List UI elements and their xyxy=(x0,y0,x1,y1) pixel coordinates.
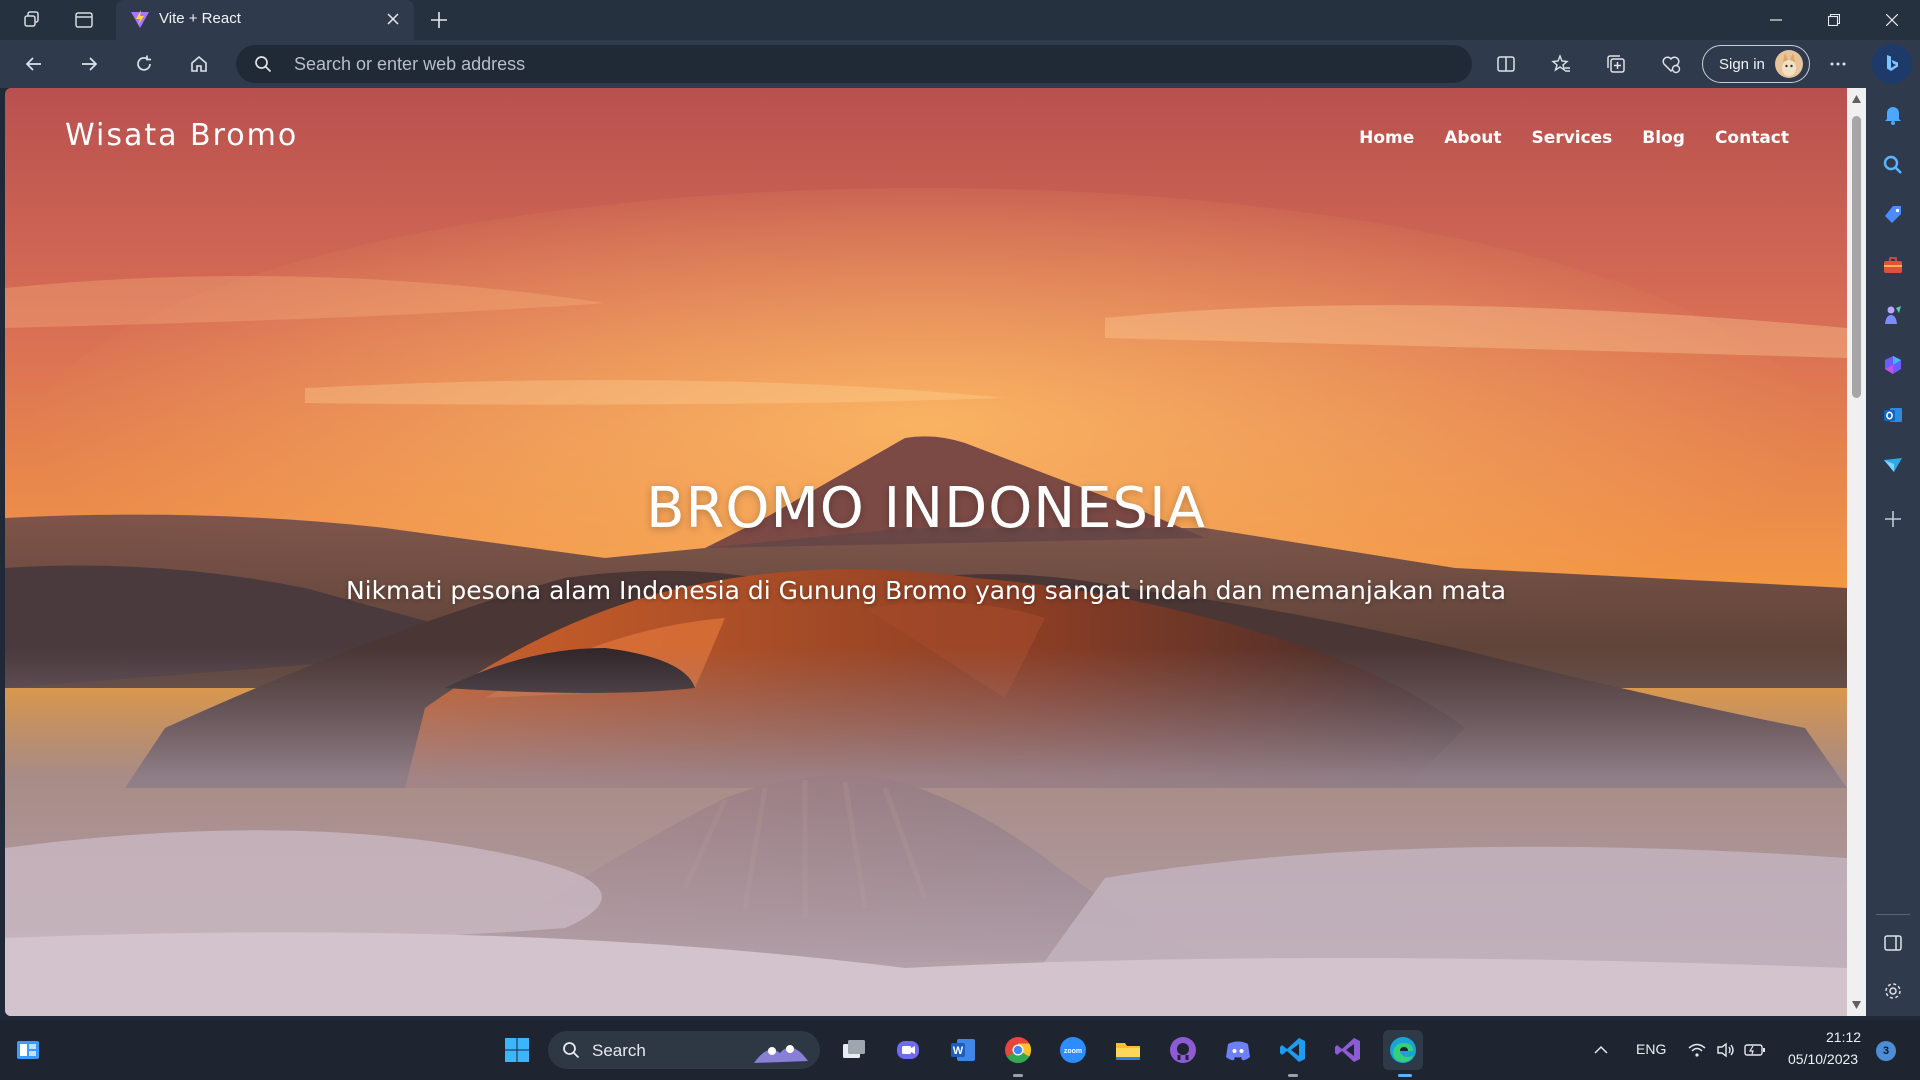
teams-icon[interactable] xyxy=(888,1030,928,1070)
minimize-icon[interactable] xyxy=(1748,0,1804,40)
nav-home[interactable]: Home xyxy=(1359,128,1414,148)
search-highlight-icon xyxy=(754,1045,808,1063)
volume-icon[interactable] xyxy=(1715,1040,1737,1060)
outlook-icon[interactable] xyxy=(1878,400,1908,430)
search-icon xyxy=(563,1042,580,1059)
visual-studio-icon[interactable] xyxy=(1328,1030,1368,1070)
scroll-down-arrow-icon[interactable] xyxy=(1851,1000,1862,1010)
chrome-running-indicator xyxy=(1013,1074,1023,1077)
zoom-icon[interactable]: zoom xyxy=(1053,1030,1093,1070)
hide-sidebar-icon[interactable] xyxy=(1878,928,1908,958)
start-icon[interactable] xyxy=(497,1030,537,1070)
notification-badge[interactable]: 3 xyxy=(1876,1041,1896,1061)
battery-icon[interactable] xyxy=(1744,1040,1766,1060)
svg-text:zoom: zoom xyxy=(1064,1048,1082,1055)
page-scrollbar[interactable] xyxy=(1847,88,1866,1016)
tab-actions-icon[interactable] xyxy=(68,6,100,34)
games-icon[interactable] xyxy=(1878,300,1908,330)
edge-running-indicator xyxy=(1398,1074,1412,1077)
vscode-icon[interactable] xyxy=(1273,1030,1313,1070)
forward-icon[interactable] xyxy=(71,48,107,80)
taskbar-search[interactable]: Search xyxy=(548,1031,820,1069)
site-logo[interactable]: Wisata Bromo xyxy=(65,118,298,153)
word-icon[interactable]: W xyxy=(943,1030,983,1070)
sign-in-label: Sign in xyxy=(1719,55,1765,73)
clock-time[interactable]: 21:12 xyxy=(1826,1029,1861,1045)
show-hidden-icons-icon[interactable] xyxy=(1590,1040,1612,1060)
tab-vite-react[interactable]: Vite + React xyxy=(116,0,414,40)
scrollbar-thumb[interactable] xyxy=(1852,116,1861,398)
workspaces-icon[interactable] xyxy=(16,6,48,34)
site-nav: Home About Services Blog Contact xyxy=(1329,128,1789,148)
shopping-tag-icon[interactable] xyxy=(1878,200,1908,230)
task-view-icon[interactable] xyxy=(834,1030,874,1070)
restore-icon[interactable] xyxy=(1806,0,1862,40)
language-indicator[interactable]: ENG xyxy=(1636,1041,1666,1057)
avatar xyxy=(1775,50,1803,78)
edge-sidebar xyxy=(1866,88,1920,1016)
windows-taskbar: Search W zoom ENG 21:12 05/10/2023 3 xyxy=(0,1020,1920,1080)
browser-title-bar: Vite + React xyxy=(0,0,1920,40)
close-tab-icon[interactable] xyxy=(382,8,404,30)
more-options-icon[interactable] xyxy=(1820,48,1856,80)
scroll-up-arrow-icon[interactable] xyxy=(1851,94,1862,104)
nav-contact[interactable]: Contact xyxy=(1715,128,1789,148)
nav-services[interactable]: Services xyxy=(1532,128,1613,148)
vscode-running-indicator xyxy=(1288,1074,1298,1077)
search-icon xyxy=(254,55,272,77)
browser-essentials-icon[interactable] xyxy=(1653,48,1689,80)
file-explorer-icon[interactable] xyxy=(1108,1030,1148,1070)
widgets-icon[interactable] xyxy=(8,1030,48,1070)
add-sidebar-app-icon[interactable] xyxy=(1878,504,1908,534)
back-icon[interactable] xyxy=(16,48,52,80)
bing-copilot-icon[interactable] xyxy=(1872,44,1912,84)
taskbar-search-label: Search xyxy=(592,1041,646,1060)
chrome-icon[interactable] xyxy=(998,1030,1038,1070)
page-viewport: Wisata Bromo Home About Services Blog Co… xyxy=(5,88,1847,1016)
address-input[interactable] xyxy=(294,45,1454,83)
sidebar-search-icon[interactable] xyxy=(1878,150,1908,180)
address-bar[interactable] xyxy=(236,45,1472,83)
collections-icon[interactable] xyxy=(1598,48,1634,80)
browser-toolbar: Sign in xyxy=(0,40,1920,88)
github-desktop-icon[interactable] xyxy=(1163,1030,1203,1070)
clock-date[interactable]: 05/10/2023 xyxy=(1788,1051,1858,1067)
vite-favicon-icon xyxy=(130,9,150,33)
hero-subtitle: Nikmati pesona alam Indonesia di Gunung … xyxy=(345,576,1507,605)
discord-icon[interactable] xyxy=(1218,1030,1258,1070)
nav-about[interactable]: About xyxy=(1444,128,1501,148)
sidebar-divider xyxy=(1876,914,1910,915)
favorites-icon[interactable] xyxy=(1543,48,1579,80)
svg-text:W: W xyxy=(953,1045,964,1057)
notification-bell-icon[interactable] xyxy=(1878,100,1908,130)
home-icon[interactable] xyxy=(181,48,217,80)
wifi-icon[interactable] xyxy=(1686,1040,1708,1060)
tab-title: Vite + React xyxy=(159,10,241,27)
edge-icon[interactable] xyxy=(1383,1030,1423,1070)
refresh-icon[interactable] xyxy=(126,48,162,80)
tools-briefcase-icon[interactable] xyxy=(1878,250,1908,280)
sidebar-settings-icon[interactable] xyxy=(1878,976,1908,1006)
microsoft-365-icon[interactable] xyxy=(1878,350,1908,380)
close-window-icon[interactable] xyxy=(1864,0,1920,40)
new-tab-icon[interactable] xyxy=(424,6,454,34)
hero-background-image xyxy=(5,88,1847,1016)
hero-title: BROMO INDONESIA xyxy=(646,476,1206,541)
sign-in-button[interactable]: Sign in xyxy=(1702,45,1810,83)
split-screen-icon[interactable] xyxy=(1488,48,1524,80)
drop-send-icon[interactable] xyxy=(1878,450,1908,480)
nav-blog[interactable]: Blog xyxy=(1642,128,1685,148)
